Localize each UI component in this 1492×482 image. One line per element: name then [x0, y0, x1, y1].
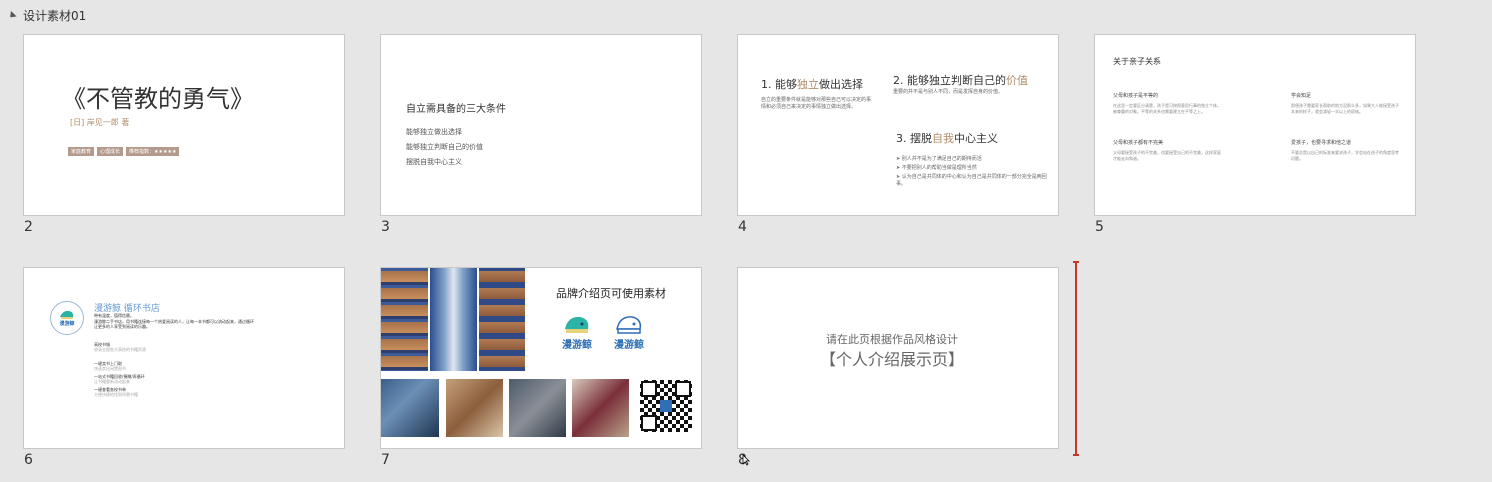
slide-thumbnail-6[interactable]: 漫游鲸 漫游鲸 循环书店 带有温度，值得信赖。 漫游鲸二手书店，用书籍连接每一个… — [23, 267, 345, 449]
block-body: 父母要接受孩子的不完美，也要接受自己的不完美，这样家庭才能走向和谐。 — [1113, 150, 1221, 161]
feature-item: 一站式书籍回收/捐赠/再循环 让书籍重新流动起来 — [94, 374, 145, 384]
bookshelf-aisle-photo — [430, 268, 477, 371]
point-heading: 3. 摆脱自我中心主义 — [896, 132, 998, 145]
slide-thumbnail-5[interactable]: 关于亲子关系 父母和孩子是平等的 在这里一定要区分清楚，孩子是可按照意愿行事的独… — [1094, 34, 1416, 216]
brand-logo: 漫游鲸 — [557, 313, 597, 351]
whale-icon — [60, 310, 74, 319]
point-heading: 1. 能够独立做出选择 — [761, 78, 863, 91]
point-heading: 2. 能够独立判断自己的价值 — [893, 74, 1028, 87]
slide-thumbnail-8[interactable]: 请在此页根据作品风格设计 【个人介绍展示页】 — [737, 267, 1059, 449]
slide-thumbnail-2[interactable]: 《不管教的勇气》 [日] 岸见一郎 著 家庭教育 心理成长 推荐指数：★★★★★ — [23, 34, 345, 216]
tag: 家庭教育 — [68, 147, 95, 156]
collapse-triangle-icon[interactable] — [7, 10, 17, 20]
list-item: 摆脱自我中心主义 — [406, 158, 462, 166]
whale-logo: 漫游鲸 — [50, 301, 84, 335]
book-title: 《不管教的勇气》 — [62, 85, 254, 113]
slide-thumbnail-4[interactable]: 1. 能够独立做出选择 自立的重要条件就是能够对那些自己可以决定的事情和必须自己… — [737, 34, 1059, 216]
block-heading: 爱孩子，也要寻求和他之道 — [1291, 140, 1352, 146]
shop-intro: 带有温度，值得信赖。 — [94, 313, 134, 318]
point-body: 自立的重要条件就是能够对那些自己可以决定的事情和必须自己来决定的事情独立做出选择… — [761, 97, 872, 110]
slide-number: 6 — [24, 452, 33, 468]
slide-number: 4 — [738, 219, 747, 235]
slide-heading: 自立需具备的三大条件 — [406, 104, 506, 115]
bookshelf-photo — [381, 268, 428, 371]
bullet-item: ➤ 认为自己是共同体的中心和认为自己是共同体的一部分完全是两回事。 — [896, 174, 1047, 187]
slide-thumbnail-3[interactable]: 自立需具备的三大条件 能够独立做出选择 能够独立判断自己的价值 摆脱自我中心主义 — [380, 34, 702, 216]
bookshelf-photo — [509, 379, 566, 437]
feature-item: 一键查看各校书单 方便快捷地找到所需书籍 — [94, 387, 138, 397]
section-header[interactable]: 设计素材01 — [7, 7, 87, 23]
book-author: [日] 岸见一郎 著 — [70, 118, 130, 127]
slide-number: 5 — [1095, 219, 1104, 235]
tag: 心理成长 — [97, 147, 124, 156]
slide-heading: 关于亲子关系 — [1113, 57, 1161, 66]
list-item: 能够独立判断自己的价值 — [406, 143, 483, 151]
bookshelf-photo — [479, 268, 525, 371]
shop-intro: 漫游鲸二手书店，用书籍连接每一个热爱阅读的人，让每一本书都可以流动起来，通过循环… — [94, 319, 254, 329]
bookcase-photo — [572, 379, 629, 437]
slide-number: 7 — [381, 452, 390, 468]
brand-logo-outline: 漫游鲸 — [609, 313, 649, 351]
reading-photo — [381, 379, 439, 437]
slide-heading: 品牌介绍页可使用素材 — [556, 287, 666, 300]
whale-outline-icon — [616, 316, 642, 334]
bullet-item: ➤ 别人并不是为了满足自己的期待而活 — [896, 156, 982, 162]
block-body: 在这里一定要区分清楚，孩子是可按照意愿行事的独立个体，被尊重的对象。平等的关系也… — [1113, 103, 1221, 114]
slide-number: 3 — [381, 219, 390, 235]
qr-code — [640, 380, 692, 432]
point-body: 重要的并不是与别人不同，而是发挥自身的价值。 — [893, 89, 1004, 95]
insertion-marker — [1073, 261, 1079, 456]
block-heading: 父母和孩子都有不完美 — [1113, 140, 1164, 146]
slide-number: 2 — [24, 219, 33, 235]
block-heading: 学会知足 — [1291, 93, 1312, 99]
mouse-cursor-icon — [742, 454, 750, 466]
placeholder-subtitle: 请在此页根据作品风格设计 — [826, 333, 958, 346]
feature-item: 高校书城 收录全国各大高校的书籍资源 — [94, 342, 146, 352]
logo-text: 漫游鲸 — [614, 340, 644, 351]
block-heading: 父母和孩子是平等的 — [1113, 93, 1159, 99]
books-photo — [446, 379, 503, 437]
logo-text: 漫游鲸 — [562, 340, 592, 351]
block-body: 不要总是以自己的标准来要求孩子，学会站在孩子的角度思考问题。 — [1291, 150, 1399, 161]
bullet-item: ➤ 不要把别人的帮助当做是理所当然 — [896, 165, 977, 171]
section-title: 设计素材01 — [23, 8, 87, 23]
tag: 推荐指数：★★★★★ — [126, 147, 180, 156]
slide-thumbnail-7[interactable]: 品牌介绍页可使用素材 漫游鲸 漫游鲸 — [380, 267, 702, 449]
block-body: 即便孩子需要家长帮助的地方没那么多，如果大人能接受孩子本来的样子，就会减轻一半以… — [1291, 103, 1399, 114]
logo-text: 漫游鲸 — [59, 321, 75, 327]
feature-item: 一键卖书上门取 快速卖出闲置图书 — [94, 361, 126, 371]
placeholder-title: 【个人介绍展示页】 — [820, 350, 965, 369]
list-item: 能够独立做出选择 — [406, 128, 462, 136]
whale-icon — [565, 316, 589, 333]
tag-row: 家庭教育 心理成长 推荐指数：★★★★★ — [68, 138, 182, 157]
